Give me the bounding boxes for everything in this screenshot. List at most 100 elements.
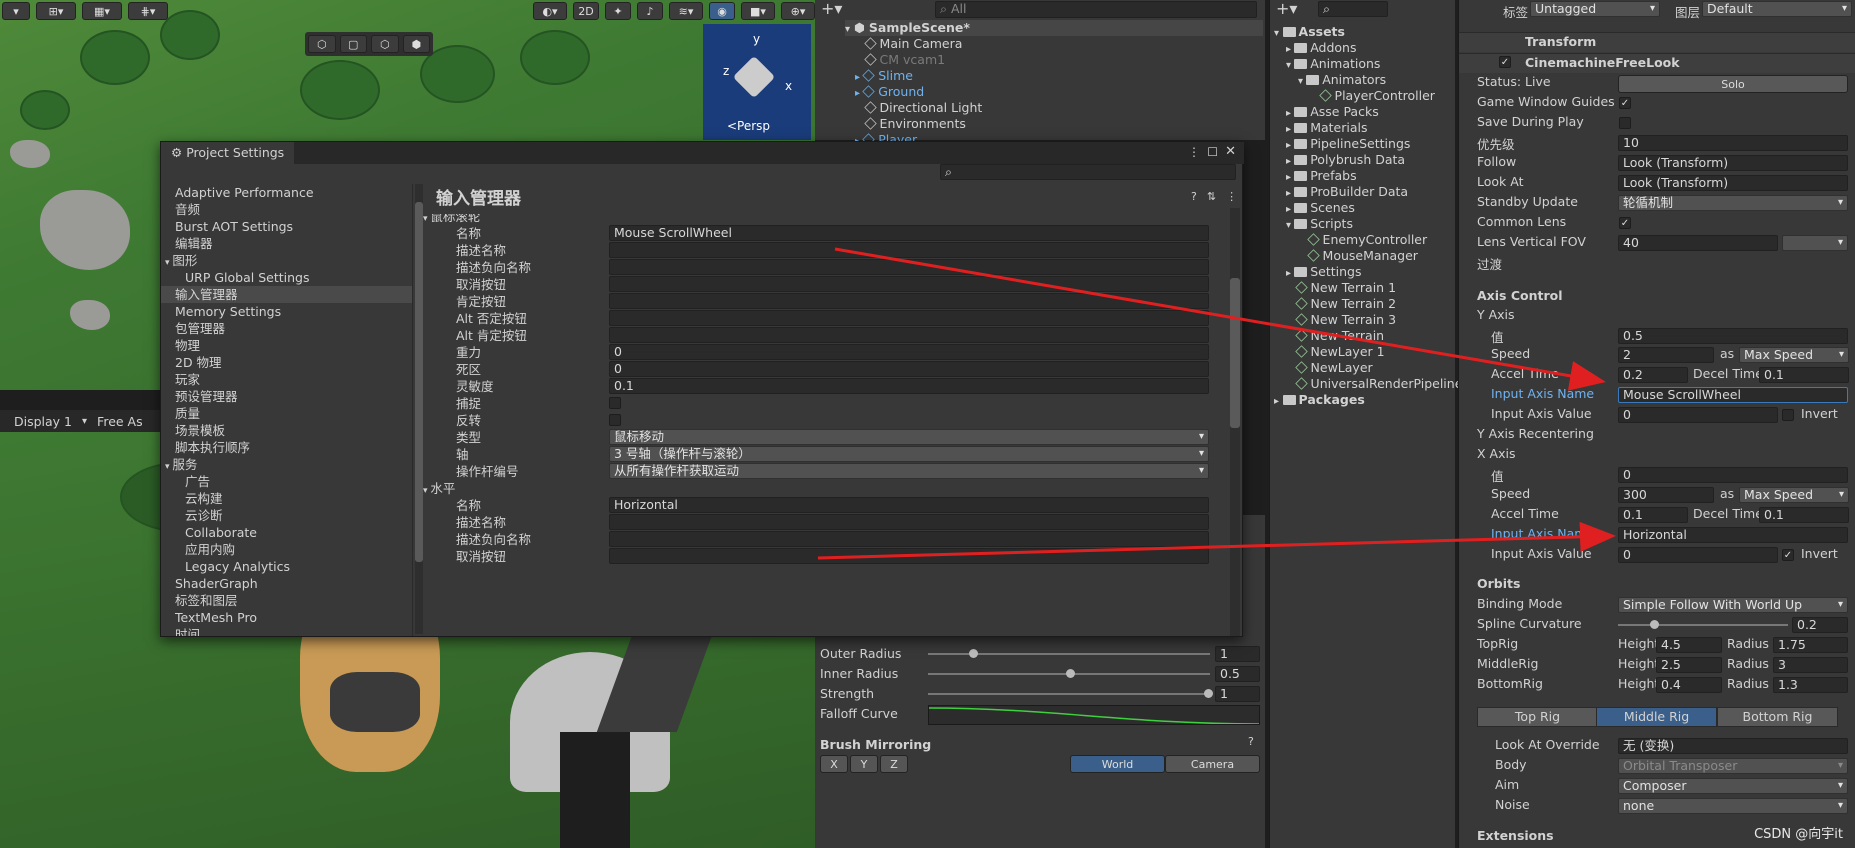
asset-item[interactable]: ▸ Materials	[1274, 120, 1456, 136]
slider-thumb[interactable]	[1066, 669, 1075, 678]
decel-field[interactable]: 0.1	[1759, 507, 1849, 523]
property-field[interactable]	[609, 310, 1209, 326]
speed-mode-dropdown[interactable]: Max Speed	[1739, 487, 1849, 503]
camera-button[interactable]: Camera	[1165, 755, 1260, 773]
transform-header[interactable]	[1459, 32, 1855, 52]
property-field[interactable]	[609, 293, 1209, 309]
rig-tab-button[interactable]: Top Rig	[1477, 707, 1598, 727]
asset-item[interactable]: ▸ Addons	[1274, 40, 1456, 56]
checkbox[interactable]: ✓	[1619, 97, 1631, 109]
joystick-dropdown[interactable]: 从所有操作杆获取运动	[609, 463, 1209, 479]
slider-track[interactable]	[928, 669, 1210, 678]
hierarchy-item[interactable]: CM vcam1	[855, 52, 1265, 68]
orientation-gizmo[interactable]: y x z <Persp	[703, 24, 811, 140]
axis-name-field[interactable]: Mouse ScrollWheel	[609, 225, 1209, 241]
standby-dropdown[interactable]: 轮循机制	[1618, 195, 1848, 211]
input-value-field[interactable]: 0	[1618, 407, 1778, 423]
hierarchy-item[interactable]: ▸ Slime	[855, 68, 1265, 84]
audio-icon[interactable]: ♪	[637, 2, 663, 20]
slider-thumb[interactable]	[969, 649, 979, 658]
axis-section-horizontal[interactable]: ▾ 水平	[423, 480, 1123, 497]
invert-checkbox[interactable]	[609, 414, 621, 426]
snap-checkbox[interactable]	[609, 397, 621, 409]
property-field[interactable]: 0	[609, 361, 1209, 377]
world-button[interactable]: World	[1070, 755, 1165, 773]
asset-item[interactable]: ▸ Polybrush Data	[1274, 152, 1456, 168]
asset-item[interactable]: ▸ Settings	[1274, 264, 1456, 280]
falloff-curve[interactable]	[928, 705, 1260, 725]
rig-tab-button[interactable]: Middle Rig	[1596, 707, 1717, 727]
tool-dropdown[interactable]: ▾	[2, 2, 30, 20]
rig-radius-field[interactable]: 1.75	[1773, 637, 1848, 653]
increment-dropdown[interactable]: ⋕▾	[128, 2, 168, 20]
component-enabled-checkbox[interactable]: ✓	[1499, 56, 1511, 68]
content-scrollbar[interactable]	[1230, 208, 1240, 636]
asset-item[interactable]: NewLayer 1	[1274, 344, 1456, 360]
mirror-y-button[interactable]: Y	[850, 755, 878, 773]
priority-field[interactable]: 10	[1618, 135, 1848, 151]
property-field[interactable]: 0	[609, 344, 1209, 360]
assets-root[interactable]: ▾ Assets	[1274, 24, 1456, 40]
grid-dropdown[interactable]: ▦▾	[82, 2, 122, 20]
slider-value-field[interactable]: 1	[1215, 686, 1260, 702]
accel-field[interactable]: 0.2	[1618, 367, 1688, 383]
input-axis-name-field[interactable]: Horizontal	[1618, 527, 1848, 543]
cube-orange-icon[interactable]: ⬢	[402, 35, 430, 53]
asset-item[interactable]: ▸ Asse Packs	[1274, 104, 1456, 120]
asset-item[interactable]: New Terrain	[1274, 328, 1456, 344]
packages-folder[interactable]: ▸ Packages	[1274, 392, 1456, 408]
binding-mode-dropdown[interactable]: Simple Follow With World Up	[1618, 597, 1848, 613]
rig-tab-button[interactable]: Bottom Rig	[1717, 707, 1838, 727]
effects-icon[interactable]: ≋▾	[669, 2, 703, 20]
invert-checkbox[interactable]: ✓	[1782, 549, 1794, 561]
checkbox[interactable]	[1619, 117, 1631, 129]
asset-item[interactable]: EnemyController	[1274, 232, 1456, 248]
camera-icon[interactable]: ■▾	[741, 2, 775, 20]
visibility-icon[interactable]: ◉	[709, 2, 735, 20]
value-field[interactable]: 0	[1618, 467, 1848, 483]
slider-value-field[interactable]: 1	[1215, 646, 1260, 662]
asset-item[interactable]: ▾ Animators	[1274, 72, 1456, 88]
preset-icon[interactable]: ⇅	[1207, 190, 1216, 203]
hierarchy-item[interactable]: ▸ Ground	[855, 84, 1265, 100]
asset-search-input[interactable]: ⌕	[1318, 1, 1388, 17]
checkbox[interactable]: ✓	[1619, 217, 1631, 229]
input-axis-name-field[interactable]: Mouse ScrollWheel	[1618, 387, 1848, 403]
gizmos-icon[interactable]: ⊕▾	[781, 2, 815, 20]
fov-preset-dropdown[interactable]	[1782, 235, 1848, 251]
property-field[interactable]	[609, 548, 1209, 564]
invert-checkbox[interactable]	[1782, 409, 1794, 421]
close-icon[interactable]: ✕	[1225, 144, 1236, 159]
property-field[interactable]	[609, 327, 1209, 343]
asset-item[interactable]: ▸ PipelineSettings	[1274, 136, 1456, 152]
more-icon[interactable]: ⋮	[1226, 190, 1237, 203]
more-icon[interactable]: ⋮	[1188, 145, 1200, 159]
asset-item[interactable]: PlayerController	[1274, 88, 1456, 104]
property-field[interactable]	[609, 242, 1209, 258]
hierarchy-item[interactable]: Environments	[855, 116, 1265, 132]
mirror-x-button[interactable]: X	[820, 755, 848, 773]
aspect-dropdown[interactable]: Free As	[97, 414, 143, 429]
solo-button[interactable]: Solo	[1618, 75, 1848, 93]
property-field[interactable]	[609, 276, 1209, 292]
add-icon[interactable]: +▾	[821, 1, 845, 18]
hierarchy-item[interactable]: Directional Light	[855, 100, 1265, 116]
input-value-field[interactable]: 0	[1618, 547, 1778, 563]
slider-value-field[interactable]: 0.5	[1215, 666, 1260, 682]
lookat-field[interactable]: Look (Transform)	[1618, 175, 1848, 191]
speed-field[interactable]: 2	[1618, 347, 1714, 363]
rig-height-field[interactable]: 2.5	[1656, 657, 1722, 673]
snap-dropdown[interactable]: ⊞▾	[36, 2, 76, 20]
view-tool-icon[interactable]: ⬡	[308, 35, 336, 53]
type-dropdown[interactable]: 鼠标移动	[609, 429, 1209, 445]
display-dropdown[interactable]: Display 1	[14, 414, 72, 429]
body-dropdown[interactable]: Orbital Transposer	[1618, 758, 1848, 774]
asset-item[interactable]: ▸ ProBuilder Data	[1274, 184, 1456, 200]
property-field[interactable]	[609, 531, 1209, 547]
noise-dropdown[interactable]: none	[1618, 798, 1848, 814]
asset-item[interactable]: ▾ Scripts	[1274, 216, 1456, 232]
slider-thumb[interactable]	[1204, 689, 1213, 698]
asset-item[interactable]: ▸ Scenes	[1274, 200, 1456, 216]
decel-field[interactable]: 0.1	[1759, 367, 1849, 383]
asset-item[interactable]: New Terrain 3	[1274, 312, 1456, 328]
